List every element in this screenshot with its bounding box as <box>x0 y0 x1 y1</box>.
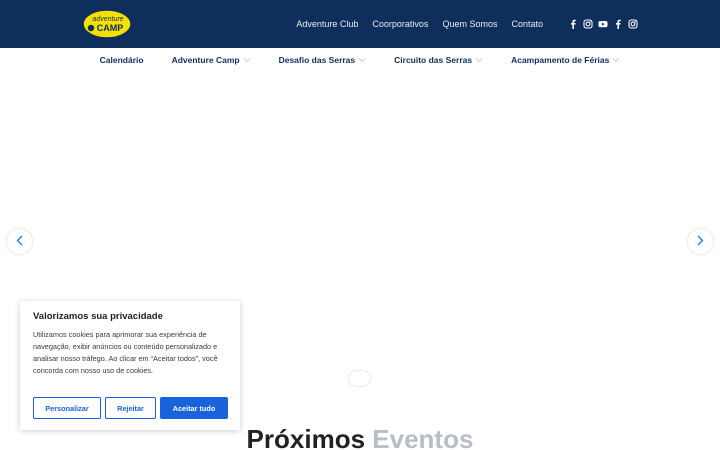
nav-link-coorporativos[interactable]: Coorporativos <box>372 19 428 29</box>
menu-item-circuito-das-serras[interactable]: Circuito das Serras <box>394 55 483 65</box>
menu-item-label: Acampamento de Férias <box>511 54 610 65</box>
menu-item-acampamento-de-ferias[interactable]: Acampamento de Férias <box>511 55 620 65</box>
main-menu: Calendário Adventure Camp Desafio das Se… <box>0 48 720 71</box>
menu-item-label: Adventure Camp <box>171 54 240 65</box>
menu-item-desafio-das-serras[interactable]: Desafio das Serras <box>279 55 367 65</box>
carousel-pagination-dot[interactable] <box>349 371 370 386</box>
cookie-description: Utilizamos cookies para aprimorar sua ex… <box>33 330 218 375</box>
top-header: adventure CAMP Adventure Club Coorporati… <box>0 0 720 48</box>
carousel-next-button[interactable] <box>688 229 713 254</box>
menu-item-adventure-camp[interactable]: Adventure Camp <box>172 55 251 65</box>
cookie-consent-banner: Valorizamos sua privacidade Utilizamos c… <box>20 301 240 430</box>
page: adventure CAMP Adventure Club Coorporati… <box>0 0 720 450</box>
nav-link-quem-somos[interactable]: Quem Somos <box>442 19 497 29</box>
instagram-icon[interactable] <box>583 19 593 29</box>
facebook-icon[interactable] <box>613 19 623 29</box>
chevron-down-icon <box>612 57 620 63</box>
customize-button[interactable]: Personalizar <box>33 397 101 419</box>
heading-part-1: Próximos <box>246 424 366 450</box>
chevron-down-icon <box>358 57 366 63</box>
chevron-right-icon <box>696 233 705 251</box>
cookie-buttons: Personalizar Rejeitar Aceitar tudo <box>33 397 228 419</box>
menu-item-label: Circuito das Serras <box>394 54 473 65</box>
facebook-icon[interactable] <box>568 19 578 29</box>
top-nav: Adventure Club Coorporativos Quem Somos … <box>296 0 720 48</box>
nav-link-contato[interactable]: Contato <box>511 19 543 29</box>
heading-part-2: Eventos <box>372 424 474 450</box>
instagram-icon[interactable] <box>628 19 638 29</box>
youtube-icon[interactable] <box>598 19 608 29</box>
menu-item-label: Calendário <box>99 54 144 65</box>
menu-item-label: Desafio das Serras <box>278 54 356 65</box>
cookie-title: Valorizamos sua privacidade <box>33 311 163 322</box>
nav-link-adventure-club[interactable]: Adventure Club <box>296 19 358 29</box>
menu-item-calendario[interactable]: Calendário <box>100 55 144 65</box>
accept-all-button[interactable]: Aceitar tudo <box>160 397 228 419</box>
reject-button[interactable]: Rejeitar <box>105 397 156 419</box>
chevron-down-icon <box>243 57 251 63</box>
chevron-down-icon <box>475 57 483 63</box>
chevron-left-icon <box>15 233 24 251</box>
logo-line1: adventure <box>92 16 123 23</box>
site-logo[interactable]: adventure CAMP <box>82 9 132 39</box>
social-links <box>563 19 638 29</box>
logo-line2: CAMP <box>97 23 124 33</box>
carousel-prev-button[interactable] <box>7 229 32 254</box>
